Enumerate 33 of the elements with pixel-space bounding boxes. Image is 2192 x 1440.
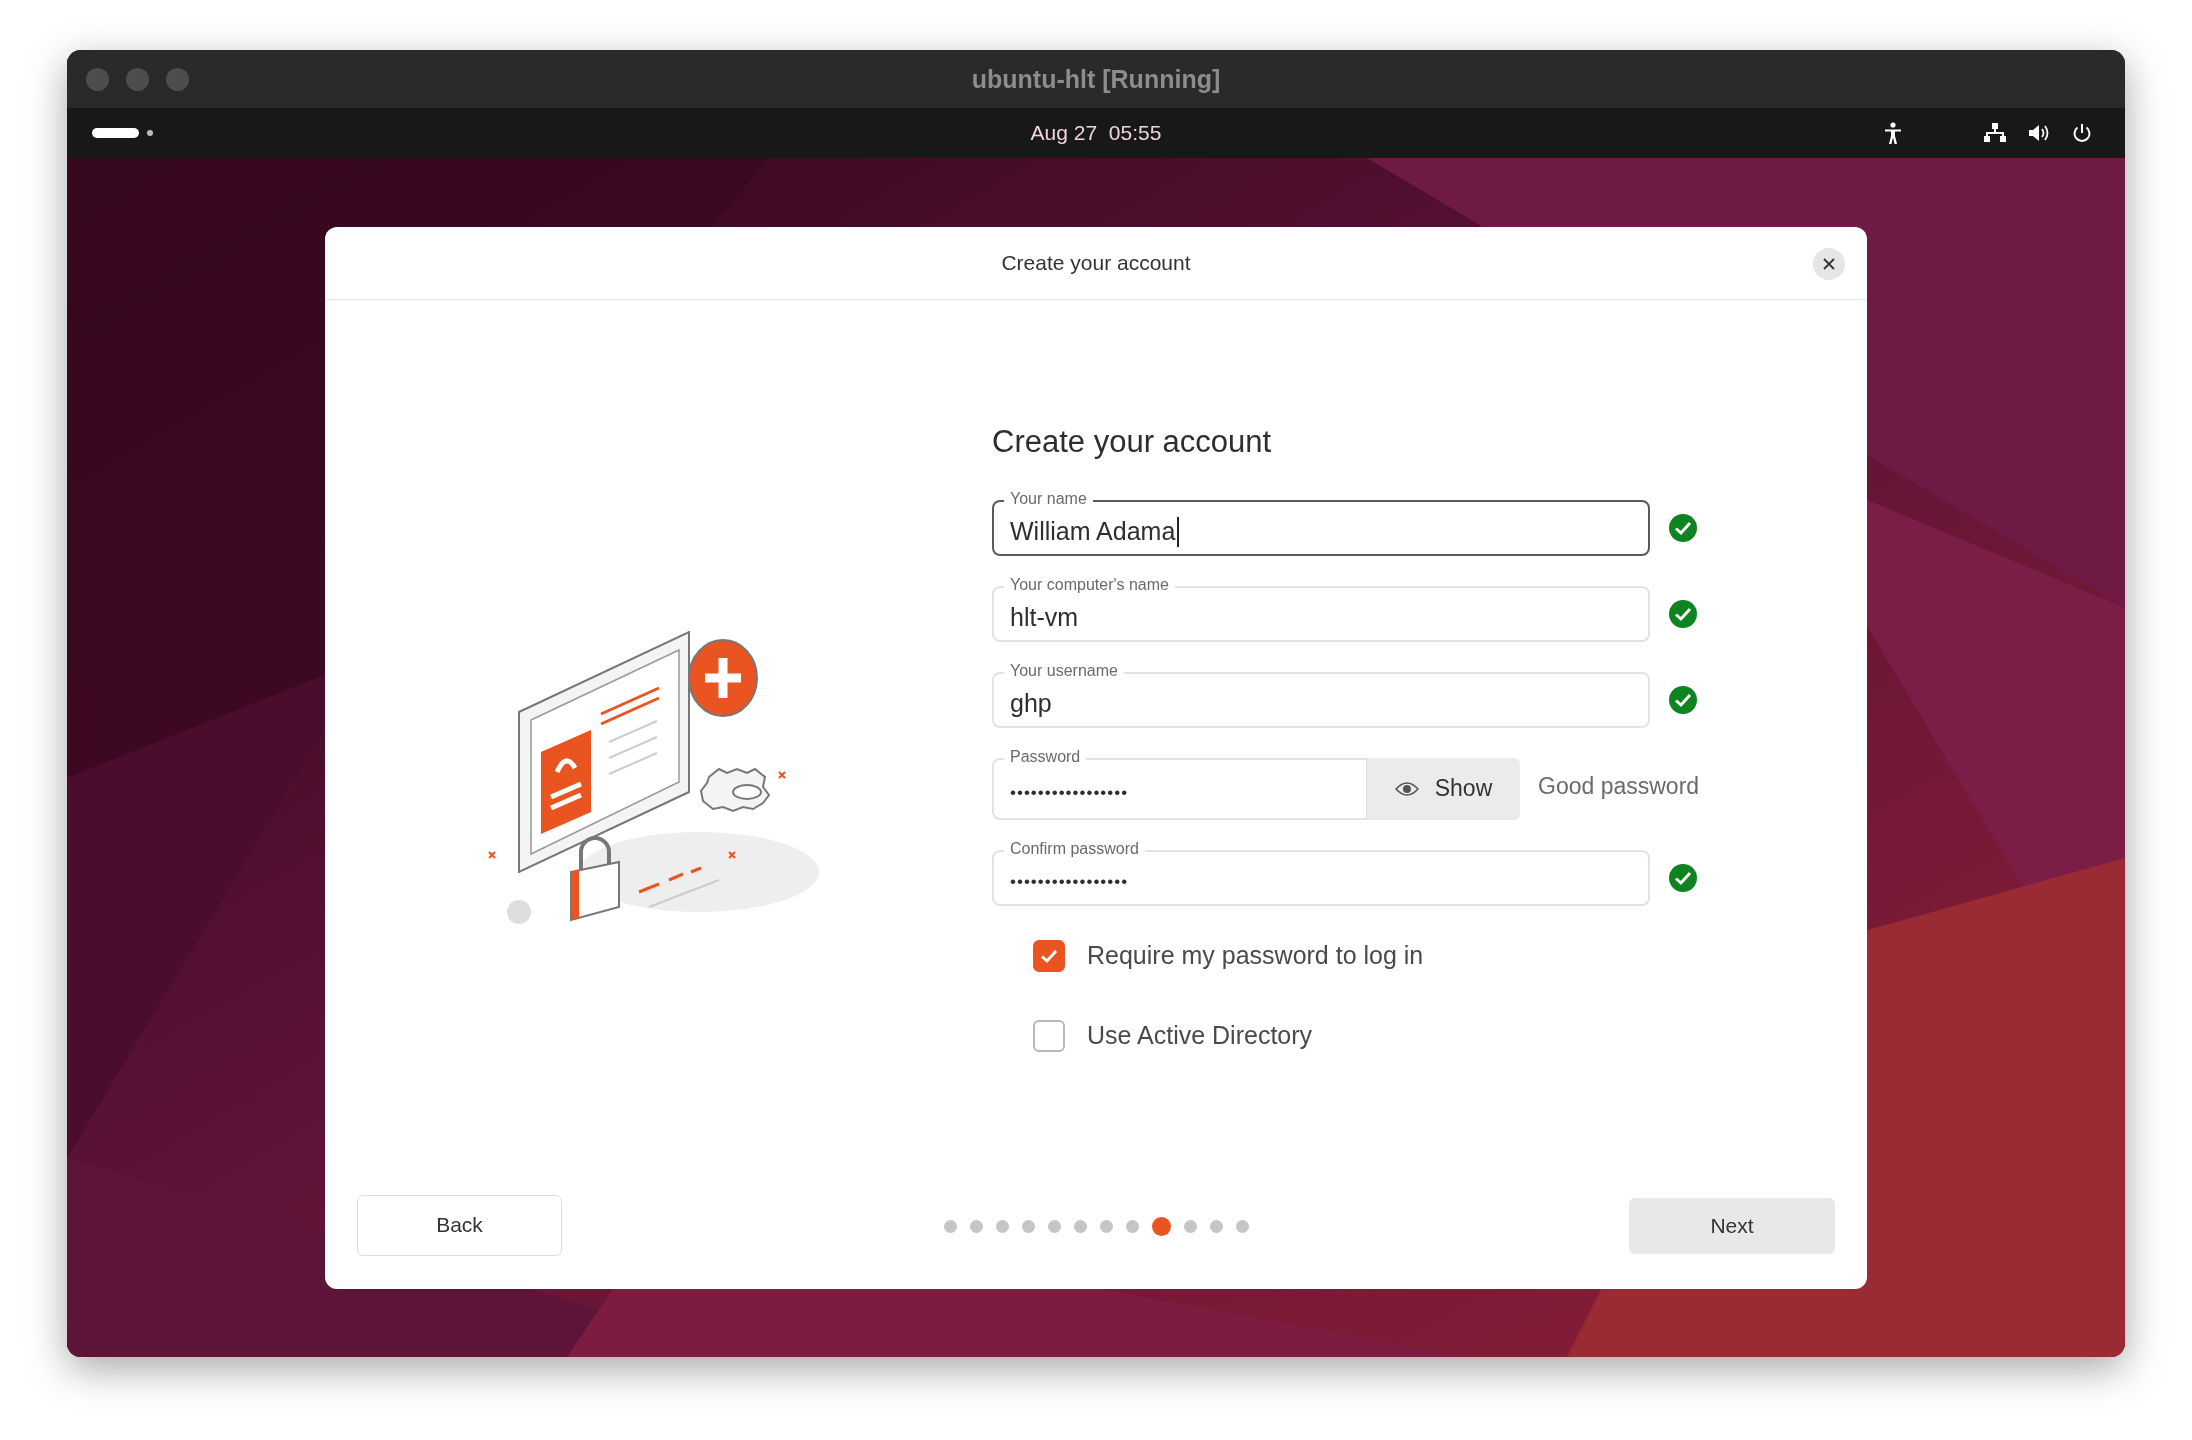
text-field[interactable]: Your computer's name hlt-vm [992,575,1650,642]
network-icon[interactable] [1983,122,2007,144]
checkbox-label[interactable]: Require my password to log in [1087,941,1424,970]
field-value: William Adama [1010,516,1176,546]
next-button[interactable]: Next [1629,1197,1835,1254]
field-value: ghp [1010,688,1052,718]
field-value: ••••••••••••••••• [1010,870,1129,892]
close-button[interactable] [1813,247,1845,280]
field-value: hlt-vm [1010,602,1079,632]
window-title: ubuntu-hlt [Running] [971,64,1221,94]
clock[interactable]: Aug 27 05:55 [1030,121,1162,145]
accessibility-icon[interactable] [1883,121,1903,145]
workspace-indicator-icon[interactable] [92,127,154,139]
field-value: ••••••••••••••••• [1010,781,1129,803]
checkbox[interactable] [1033,1019,1065,1052]
text-field[interactable]: Your name William Adama [992,489,1650,556]
password-strength: Good password [1538,772,1700,800]
field-label: Confirm password [1004,839,1145,858]
close-icon [1822,256,1836,271]
volume-icon[interactable] [2027,122,2051,144]
dialog-title: Create your account [1001,250,1191,275]
field-label: Your computer's name [1004,575,1175,594]
password-field[interactable]: Password ••••••••••••••••• Show [992,747,1520,820]
text-caret [1177,516,1180,547]
checkbox-label[interactable]: Use Active Directory [1087,1021,1313,1050]
eye-icon [1394,780,1419,797]
back-button[interactable]: Back [357,1194,562,1256]
show-password-button[interactable]: Show [1366,757,1520,820]
text-field[interactable]: Confirm password ••••••••••••••••• [992,839,1650,906]
text-field[interactable]: Your username ghp [992,661,1650,728]
form-heading: Create your account [992,423,1273,460]
power-icon[interactable] [2071,122,2093,144]
checkbox[interactable] [1033,939,1065,972]
